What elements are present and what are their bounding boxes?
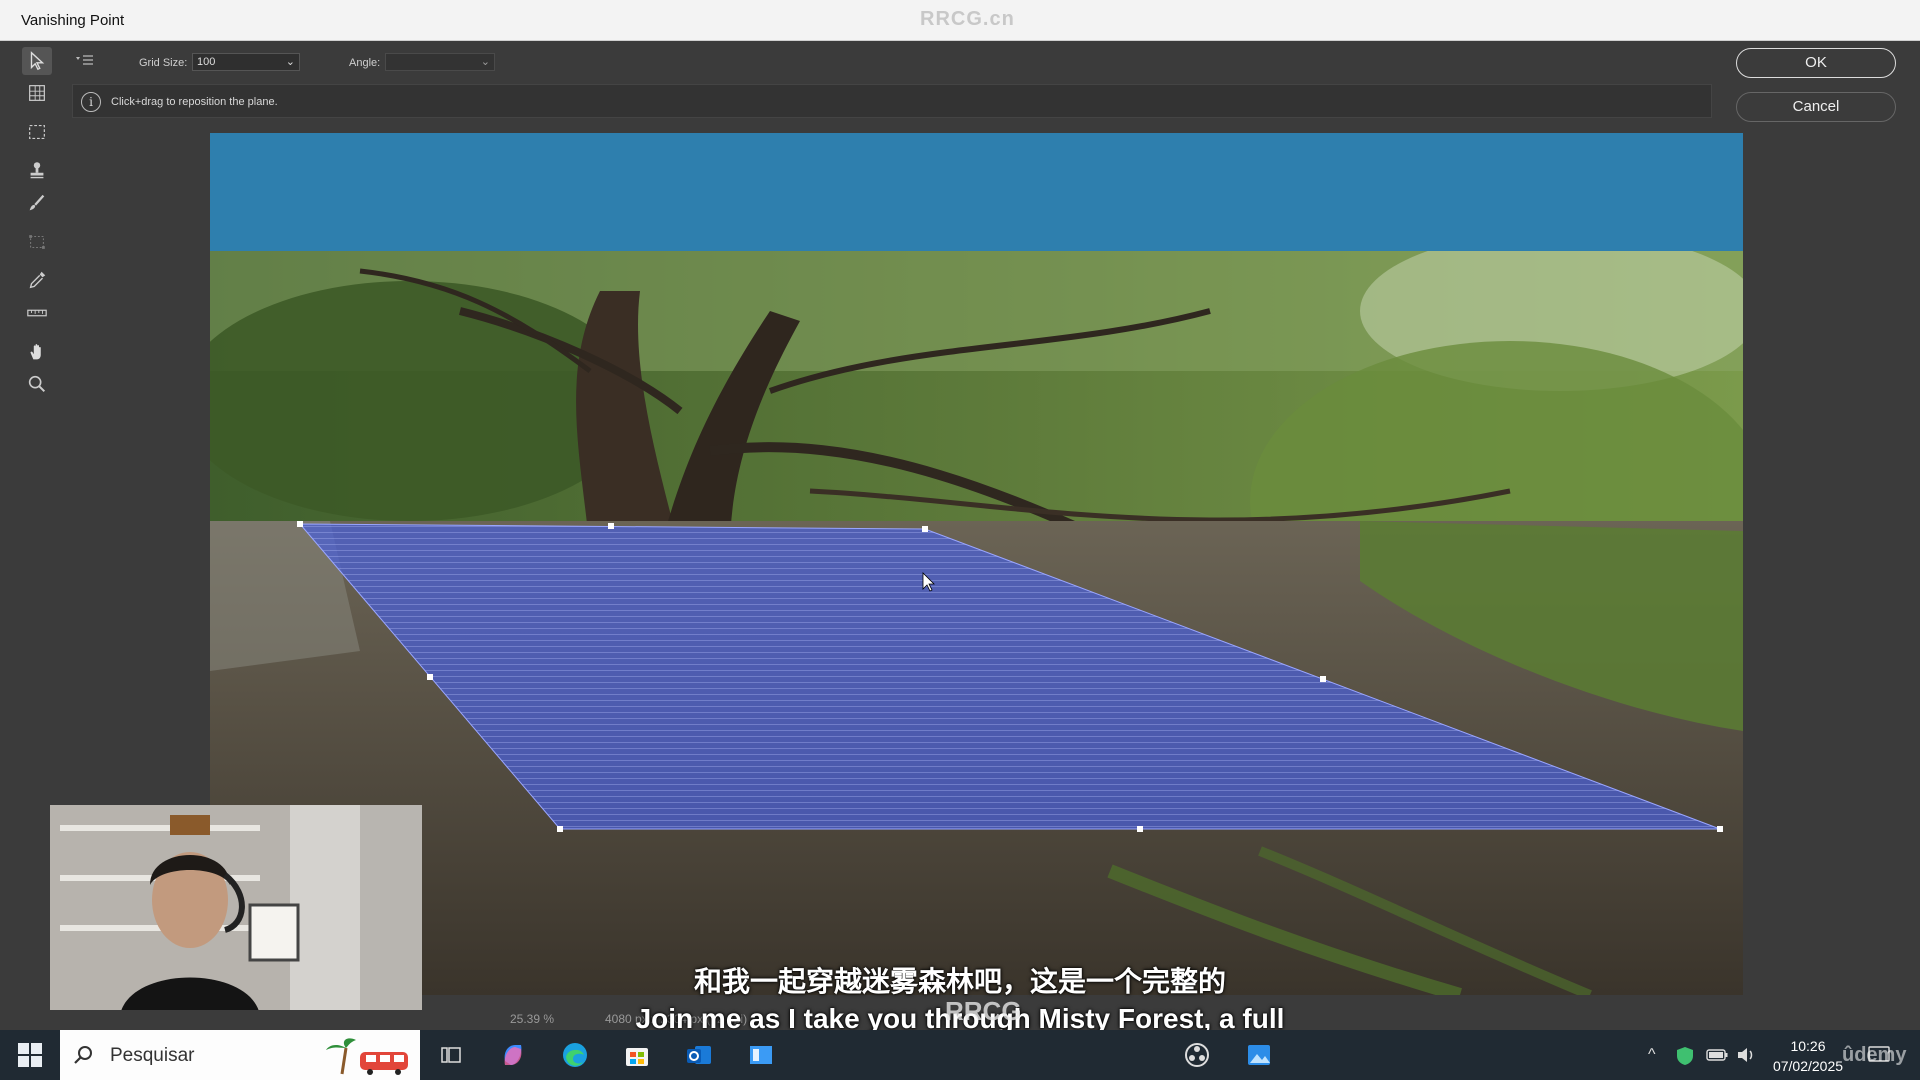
watermark-logo-text: RRCG <box>945 996 1022 1026</box>
info-icon: i <box>81 92 101 112</box>
watermark-text: RRCG.cn <box>920 8 1015 30</box>
battery-icon[interactable] <box>1706 1048 1728 1062</box>
windows-start-icon[interactable] <box>17 1042 43 1068</box>
measure-tool[interactable] <box>22 299 52 327</box>
eyedropper-tool[interactable] <box>22 266 52 294</box>
clock-time: 10:26 <box>1790 1038 1826 1054</box>
grid-size-value: 100 <box>197 56 216 68</box>
search-icon <box>74 1046 92 1064</box>
hand-icon <box>30 344 41 360</box>
tray-chevron-icon[interactable]: ^ <box>1648 1046 1656 1064</box>
subtitle-chinese: 和我一起穿越迷雾森林吧，这是一个完整的 <box>693 966 1226 997</box>
create-plane-tool[interactable] <box>22 79 52 107</box>
beach-illustration-icon <box>326 1038 408 1075</box>
taskbar-search[interactable]: Pesquisar <box>60 1030 420 1080</box>
magnifier-icon <box>28 375 46 393</box>
brush-icon <box>29 194 45 211</box>
task-view-icon[interactable] <box>436 1040 466 1070</box>
zoom-tool[interactable] <box>22 370 52 398</box>
grid-plane-icon <box>29 85 45 101</box>
brush-tool[interactable] <box>22 189 52 217</box>
angle-label: Angle: <box>349 57 381 69</box>
message-bar: i Click+drag to reposition the plane. <box>72 84 1712 118</box>
message-text: Click+drag to reposition the plane. <box>111 96 278 108</box>
taskbar: Pesquisar ^ 10:26 07/02/2025 <box>0 1030 1920 1080</box>
chevron-down-icon[interactable]: ⌄ <box>481 55 490 68</box>
app-window-icon[interactable] <box>746 1040 776 1070</box>
eyedropper-icon <box>29 271 46 289</box>
stamp-icon <box>30 162 44 179</box>
angle-field[interactable]: ⌄ <box>385 53 495 71</box>
hand-tool[interactable] <box>22 338 52 366</box>
chevron-down-icon[interactable]: ⌄ <box>286 55 295 68</box>
outlook-icon[interactable] <box>684 1040 714 1070</box>
forest-photo <box>210 251 1743 995</box>
transform-icon <box>29 235 45 249</box>
obs-icon[interactable] <box>1182 1040 1212 1070</box>
ok-button[interactable]: OK <box>1736 48 1896 78</box>
marquee-tool[interactable] <box>22 118 52 146</box>
microsoft-store-icon[interactable] <box>622 1040 652 1070</box>
window-title: Vanishing Point <box>21 12 125 29</box>
edit-plane-tool[interactable] <box>22 47 52 75</box>
edge-browser-icon[interactable] <box>560 1040 590 1070</box>
title-bar[interactable]: Vanishing Point RRCG.cn <box>0 0 1920 41</box>
volume-icon[interactable] <box>1736 1046 1756 1064</box>
cancel-button[interactable]: Cancel <box>1736 92 1896 122</box>
ruler-icon <box>27 309 47 317</box>
copilot-icon[interactable] <box>498 1040 528 1070</box>
transform-tool[interactable] <box>22 228 52 256</box>
preview-canvas[interactable] <box>210 133 1743 995</box>
system-clock[interactable]: 10:26 07/02/2025 <box>1768 1036 1848 1076</box>
vanishing-point-dialog: Vanishing Point RRCG.cn Grid Size: 100 ⌄… <box>0 0 1920 1030</box>
extended-sky-area <box>210 133 1743 251</box>
security-shield-icon[interactable] <box>1676 1046 1694 1066</box>
grid-size-field[interactable]: 100 ⌄ <box>192 53 300 71</box>
udemy-watermark: ûdemy <box>1842 1044 1907 1066</box>
search-placeholder: Pesquisar <box>110 1045 195 1066</box>
photos-app-icon[interactable] <box>1244 1040 1274 1070</box>
options-menu-icon[interactable] <box>76 54 94 73</box>
arrow-icon <box>30 51 45 71</box>
clock-date: 07/02/2025 <box>1772 1058 1844 1074</box>
stamp-tool[interactable] <box>22 156 52 184</box>
marquee-icon <box>29 124 45 140</box>
